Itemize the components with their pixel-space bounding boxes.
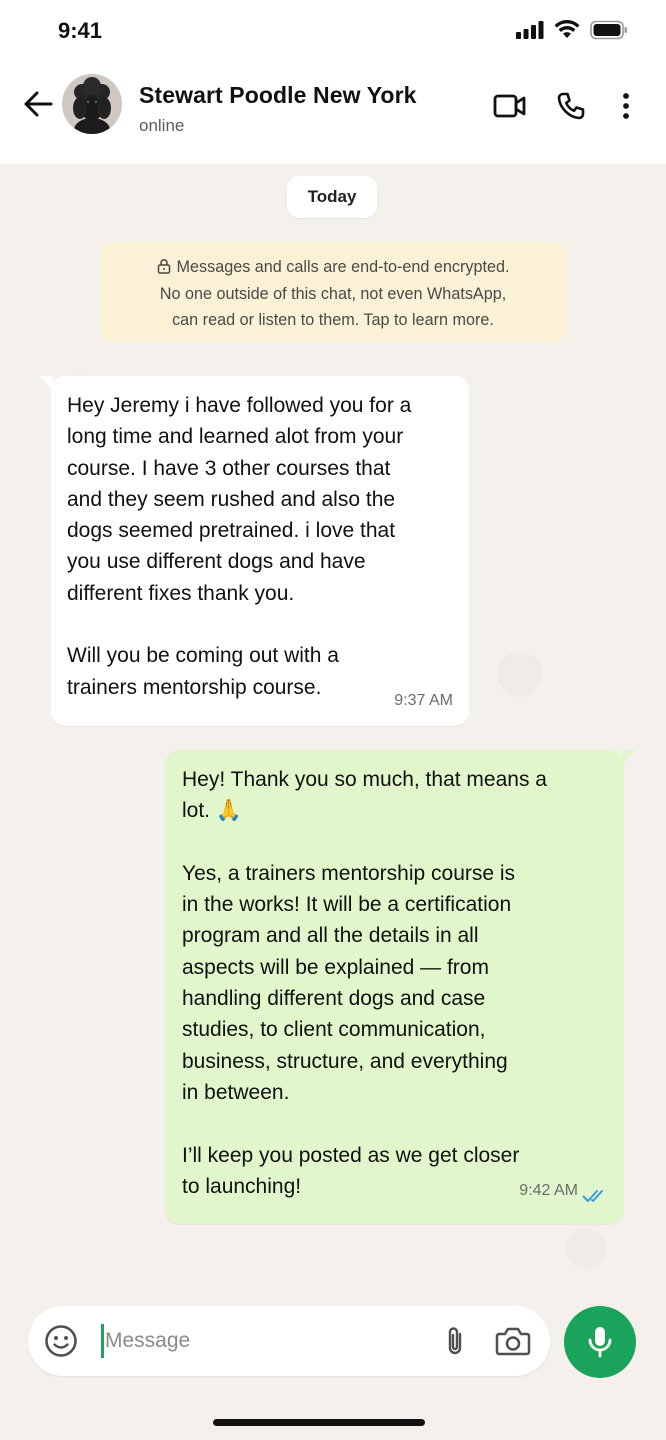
message-line: program and all the details in all — [182, 924, 479, 948]
chat-header: Stewart Poodle New York online — [0, 64, 666, 164]
status-bar: 9:41 — [0, 0, 666, 64]
date-chip: Today — [287, 176, 377, 218]
outgoing-message[interactable]: Hey! Thank you so much, that means a lot… — [165, 750, 624, 1224]
message-line: different fixes thank you. — [67, 581, 295, 605]
video-call-button[interactable] — [490, 86, 530, 126]
encryption-notice-text-3: can read or listen to them. Tap to learn… — [172, 311, 494, 329]
message-line: Yes, a trainers mentorship course is — [182, 861, 516, 885]
chat-screen: 9:41 Stewart Poodle New York online Toda… — [0, 0, 666, 1440]
message-timestamp: 9:37 AM — [394, 691, 453, 709]
outgoing-bubble-tail — [622, 750, 636, 764]
message-line: lot. 🙏 — [182, 799, 242, 823]
message-line: Hey Jeremy i have followed you for a — [67, 394, 412, 417]
attachment-paperclip-icon[interactable] — [438, 1324, 472, 1358]
message-line: you use different dogs and have — [67, 550, 366, 574]
poodle-avatar-image — [62, 74, 122, 134]
cellular-signal-icon — [516, 21, 544, 39]
message-line: Will you be coming out with a — [67, 644, 339, 668]
back-button[interactable] — [20, 86, 56, 122]
double-check-read-icon — [582, 1190, 603, 1202]
message-line: business, structure, and everything — [182, 1049, 508, 1073]
contact-status: online — [139, 116, 185, 135]
message-line: aspects will be explained — from — [182, 955, 489, 979]
encryption-notice-text-2: No one outside of this chat, not even Wh… — [159, 284, 507, 303]
battery-icon — [590, 20, 627, 40]
avatar[interactable] — [62, 74, 122, 134]
voice-call-button[interactable] — [551, 86, 591, 126]
message-input[interactable] — [102, 1326, 425, 1356]
encryption-notice-line: Messages and calls are end-to-end encryp… — [116, 254, 550, 281]
message-line: course. I have 3 other courses that — [67, 456, 391, 480]
message-line: in the works! It will be a certification — [182, 893, 512, 917]
voice-message-button[interactable] — [564, 1306, 636, 1378]
encryption-notice[interactable]: Messages and calls are end-to-end encryp… — [100, 242, 566, 342]
camera-icon[interactable] — [494, 1324, 532, 1358]
back-arrow-icon — [24, 91, 53, 117]
message-composer — [28, 1306, 550, 1376]
contact-name[interactable]: Stewart Poodle New York — [139, 82, 417, 109]
encryption-notice-text-1: Messages and calls are end-to-end encryp… — [176, 258, 510, 276]
wifi-icon — [554, 20, 580, 38]
home-indicator[interactable] — [213, 1419, 425, 1426]
message-line: I’ll keep you posted as we get closer — [182, 1143, 520, 1167]
message-line: in between. — [182, 1080, 290, 1104]
message-line: dogs seemed pretrained. i love that — [67, 519, 396, 543]
microphone-icon — [588, 1327, 612, 1358]
message-timestamp: 9:42 AM — [519, 1181, 578, 1199]
chat-area[interactable]: Today Messages and calls are end-to-end … — [0, 164, 666, 1440]
lock-icon — [157, 259, 170, 274]
incoming-message[interactable]: Hey Jeremy i have followed you for a lon… — [51, 376, 469, 726]
message-line: handling different dogs and case — [182, 987, 486, 1011]
status-icons — [516, 20, 628, 40]
more-options-button[interactable] — [606, 86, 646, 126]
emoji-icon[interactable] — [44, 1324, 78, 1358]
message-line: studies, to client communication, — [182, 1018, 486, 1042]
message-line: long time and learned alot from your — [67, 425, 404, 449]
video-call-icon — [493, 94, 526, 118]
phone-icon — [557, 92, 585, 120]
status-time: 9:41 — [58, 18, 103, 43]
more-options-icon — [623, 93, 629, 119]
message-line: Hey! Thank you so much, that means a — [182, 768, 547, 791]
message-line: and they seem rushed and also the — [67, 487, 396, 511]
